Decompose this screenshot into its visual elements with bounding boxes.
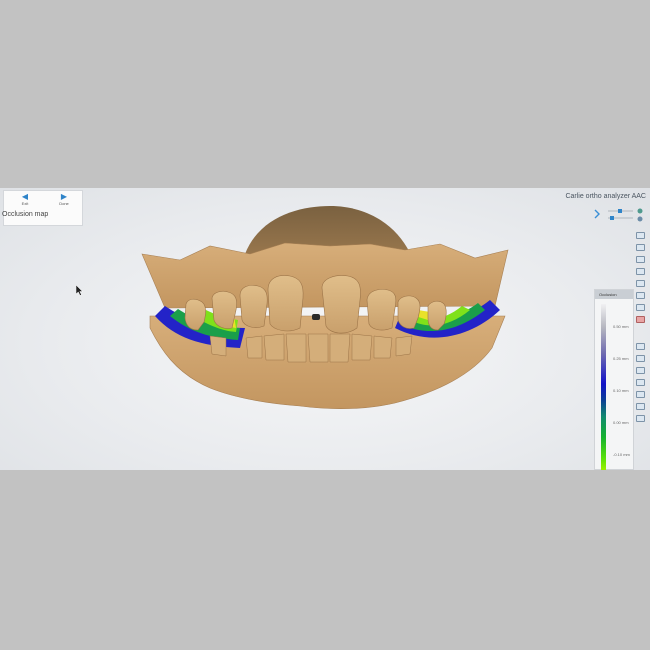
scale-tick: 0.10 mm	[613, 388, 629, 393]
view-front-icon[interactable]	[636, 244, 645, 251]
done-button[interactable]: ▶ Done	[46, 193, 82, 211]
camera-icon[interactable]	[636, 379, 645, 386]
view-right-icon[interactable]	[636, 268, 645, 275]
mode-label: Occlusion map	[2, 211, 49, 218]
zoom-icon[interactable]	[636, 367, 645, 374]
chevron-right-icon[interactable]	[594, 209, 600, 219]
arrow-left-icon: ◀	[21, 192, 29, 201]
view-back-icon[interactable]	[636, 292, 645, 299]
view-bottom-icon[interactable]	[636, 280, 645, 287]
view-top-icon[interactable]	[636, 232, 645, 239]
scale-tick: 0.00 mm	[613, 420, 629, 425]
contrast-slider[interactable]	[608, 216, 633, 220]
section-icon[interactable]	[636, 304, 645, 311]
undo-icon[interactable]	[636, 403, 645, 410]
sun-icon[interactable]	[637, 208, 643, 214]
scale-tick: 0.25 mm	[613, 356, 629, 361]
settings-icon[interactable]	[637, 216, 643, 222]
view-controls	[578, 204, 648, 226]
view-left-icon[interactable]	[636, 256, 645, 263]
brightness-slider[interactable]	[608, 209, 633, 213]
scale-tick: 0.50 mm	[613, 324, 629, 329]
side-toolbar	[635, 232, 647, 427]
3d-viewport[interactable]: ◀ Exit ▶ Done Occlusion map Carlie ortho…	[0, 188, 650, 470]
occlusion-scale: Occlusion 0.50 mm 0.25 mm 0.10 mm 0.00 m…	[594, 289, 634, 470]
move-icon[interactable]	[636, 355, 645, 362]
scale-header: Occlusion	[595, 290, 633, 299]
settings-icon[interactable]	[636, 415, 645, 422]
mouse-cursor-icon	[76, 285, 84, 296]
dental-model[interactable]	[0, 188, 650, 470]
diastema	[312, 314, 320, 320]
exit-button[interactable]: ◀ Exit	[7, 193, 43, 211]
app-title: Carlie ortho analyzer AAC	[565, 193, 646, 200]
measure-icon[interactable]	[636, 343, 645, 350]
arrow-right-icon: ▶	[60, 192, 68, 201]
rotate-icon[interactable]	[636, 391, 645, 398]
color-scale-bar	[601, 304, 606, 470]
scale-tick: -0.10 mm	[613, 452, 630, 457]
color-icon[interactable]	[636, 316, 645, 323]
navigation-panel: ◀ Exit ▶ Done	[3, 190, 83, 226]
